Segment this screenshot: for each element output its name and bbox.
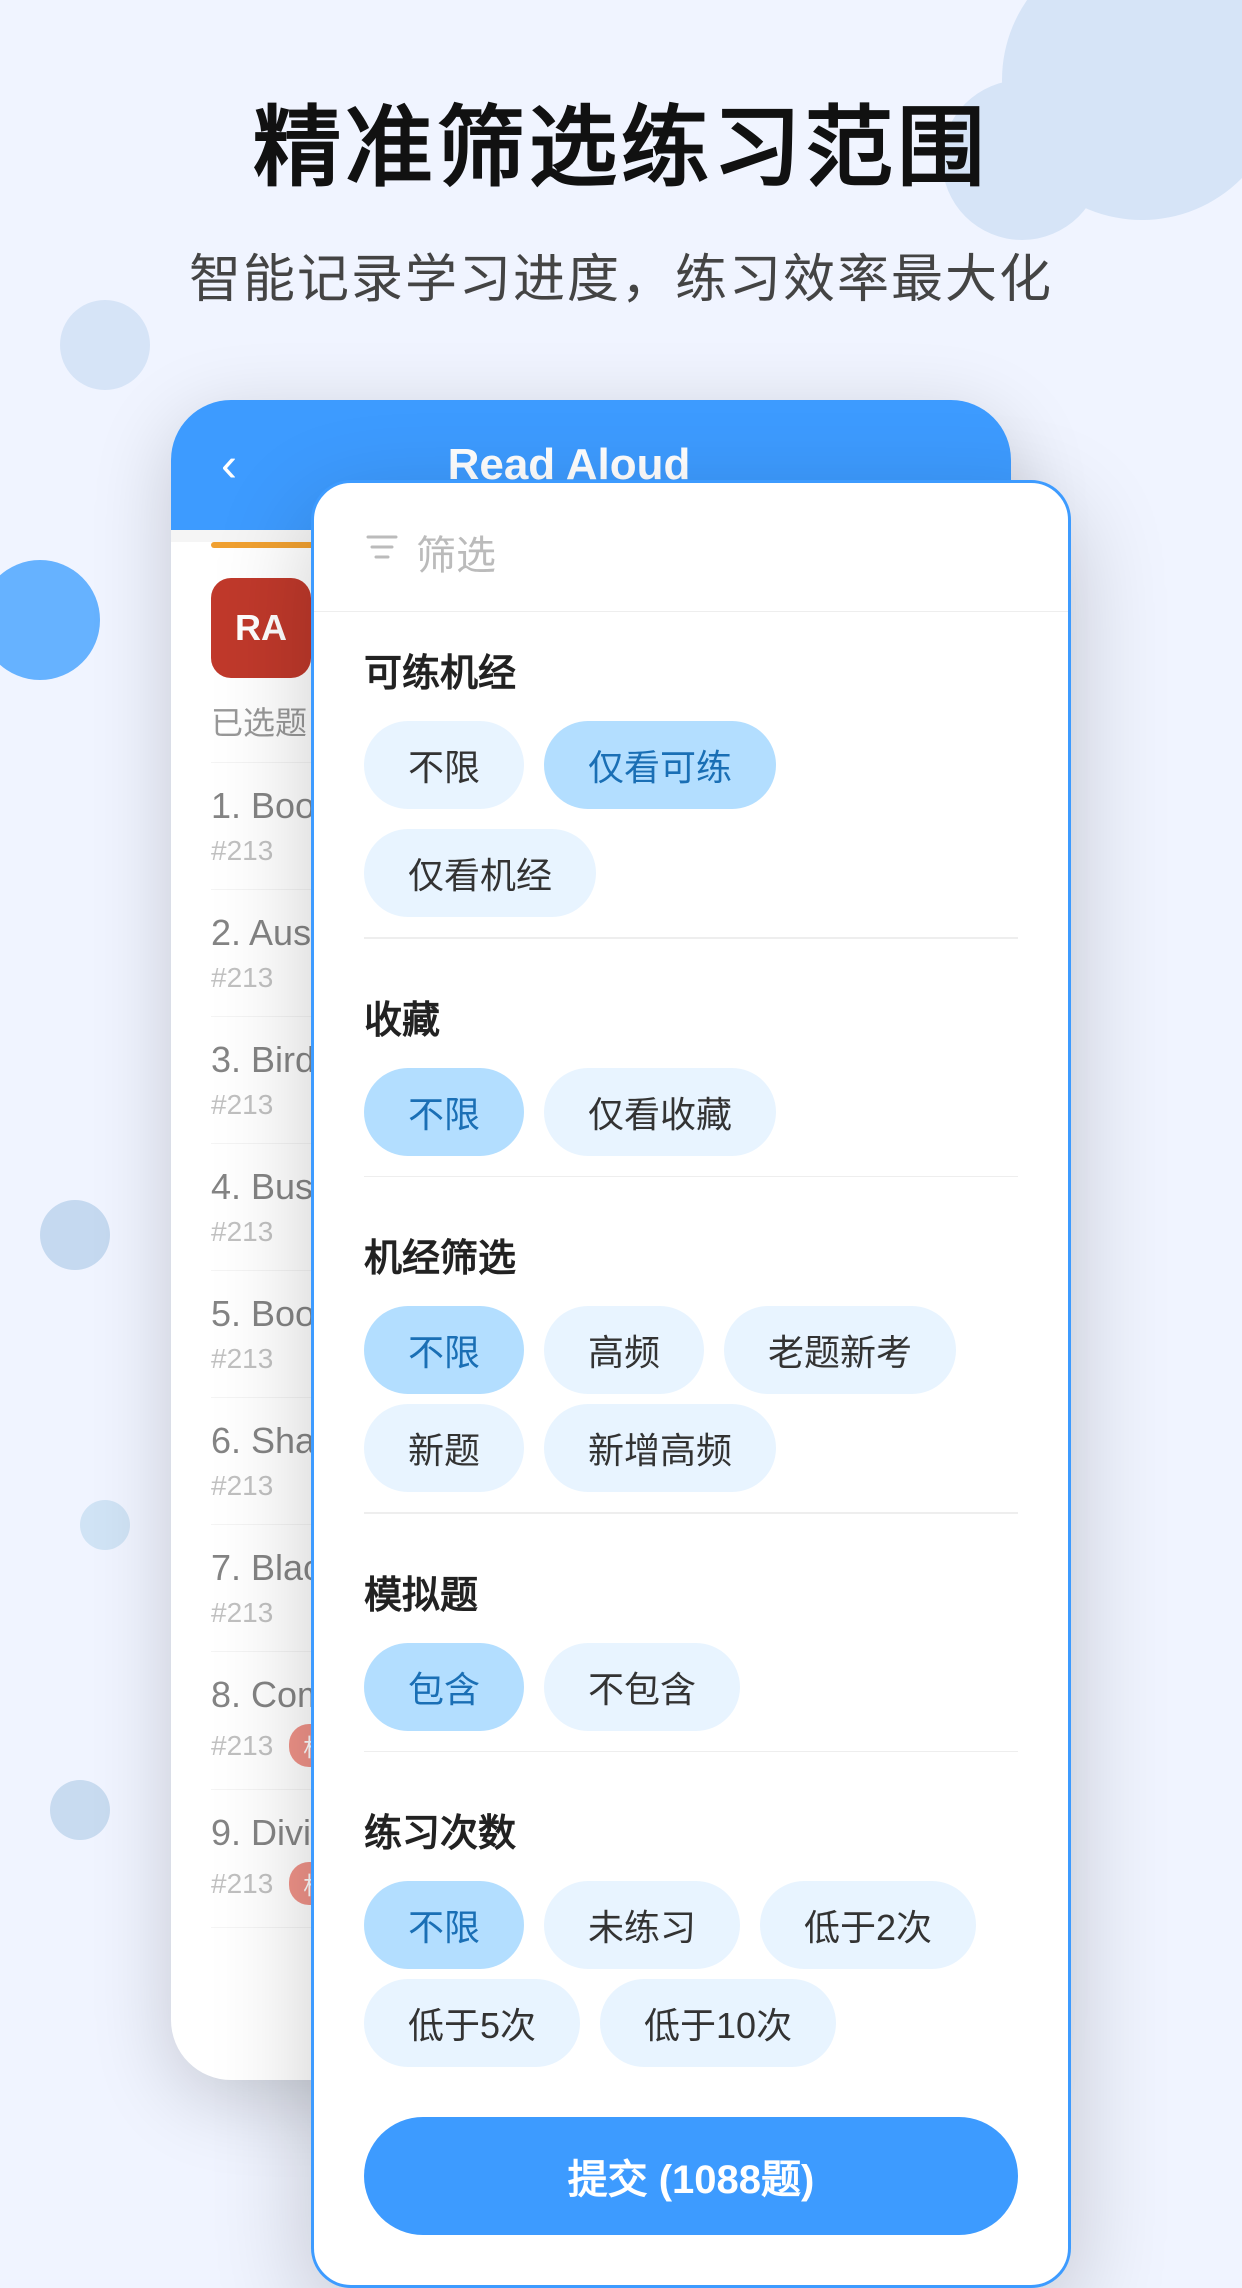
submit-button-container: 提交 (1088题)	[314, 2077, 1068, 2255]
option-kexunjing-kanjing[interactable]: 仅看机经	[364, 829, 596, 917]
filter-icon	[364, 529, 400, 575]
filter-title: 筛选	[416, 523, 496, 581]
filter-section-jijing: 机经筛选 不限 高频 老题新考 新题 新增高频	[314, 1197, 1068, 1492]
option-jijing-xinti[interactable]: 新题	[364, 1404, 524, 1492]
item-num: #213	[211, 1216, 273, 1248]
section-title-shoucang: 收藏	[364, 989, 1018, 1044]
option-lianxi-unlimited[interactable]: 不限	[364, 1881, 524, 1969]
item-num: #213	[211, 1343, 273, 1375]
kexunjing-options: 不限 仅看可练 仅看机经	[364, 721, 1018, 917]
option-lianxi-less2[interactable]: 低于2次	[760, 1881, 976, 1969]
item-num: #213	[211, 1730, 273, 1762]
section-title-kexunjing: 可练机经	[364, 642, 1018, 697]
ra-badge: RA	[211, 578, 311, 678]
jijing-options-row2: 新题 新增高频	[364, 1404, 1018, 1492]
option-lianxi-less10[interactable]: 低于10次	[600, 1979, 836, 2067]
filter-header: 筛选	[314, 483, 1068, 612]
option-lianxi-weilianxi[interactable]: 未练习	[544, 1881, 740, 1969]
option-kexunjing-unlimited[interactable]: 不限	[364, 721, 524, 809]
submit-button[interactable]: 提交 (1088题)	[364, 2117, 1018, 2235]
sub-title: 智能记录学习进度，练习效率最大化	[60, 237, 1182, 312]
filter-section-moni: 模拟题 包含 不包含	[314, 1534, 1068, 1731]
option-shoucang-only[interactable]: 仅看收藏	[544, 1068, 776, 1156]
title-section: 精准筛选练习范围 智能记录学习进度，练习效率最大化	[0, 100, 1242, 312]
bg-decoration-circle-6	[80, 1500, 130, 1550]
back-button[interactable]: ‹	[221, 438, 237, 493]
item-num: #213	[211, 1868, 273, 1900]
bg-decoration-circle-3	[60, 300, 150, 390]
option-lianxi-less5[interactable]: 低于5次	[364, 1979, 580, 2067]
option-kexunjing-kanlian[interactable]: 仅看可练	[544, 721, 776, 809]
filter-modal: 筛选 可练机经 不限 仅看可练 仅看机经 收藏 不限 仅看收藏 机经筛选 不限	[311, 480, 1071, 2288]
option-jijing-unlimited[interactable]: 不限	[364, 1306, 524, 1394]
section-title-jijing: 机经筛选	[364, 1227, 1018, 1282]
moni-options: 包含 不包含	[364, 1643, 1018, 1731]
option-jijing-xingaopin[interactable]: 新增高频	[544, 1404, 776, 1492]
bg-decoration-circle-5	[40, 1200, 110, 1270]
item-num: #213	[211, 1089, 273, 1121]
item-num: #213	[211, 1597, 273, 1629]
option-moni-exclude[interactable]: 不包含	[544, 1643, 740, 1731]
filter-section-lianxi: 练习次数 不限 未练习 低于2次 低于5次 低于10次	[314, 1772, 1068, 2067]
main-title: 精准筛选练习范围	[60, 100, 1182, 197]
shoucang-options: 不限 仅看收藏	[364, 1068, 1018, 1156]
option-jijing-gaopln[interactable]: 高频	[544, 1306, 704, 1394]
option-moni-include[interactable]: 包含	[364, 1643, 524, 1731]
option-shoucang-unlimited[interactable]: 不限	[364, 1068, 524, 1156]
option-jijing-laoti[interactable]: 老题新考	[724, 1306, 956, 1394]
bg-decoration-circle-4	[0, 560, 100, 680]
bg-decoration-circle-7	[50, 1780, 110, 1840]
section-title-moni: 模拟题	[364, 1564, 1018, 1619]
item-num: #213	[211, 1470, 273, 1502]
phone-wrapper: ‹ Read Aloud RA 已选题目 0 1. Book ch #213 2…	[171, 400, 1071, 2120]
item-num: #213	[211, 835, 273, 867]
section-title-lianxi: 练习次数	[364, 1802, 1018, 1857]
lianxi-options-row1: 不限 未练习 低于2次	[364, 1881, 1018, 1969]
filter-section-shoucang: 收藏 不限 仅看收藏	[314, 959, 1068, 1156]
filter-section-kexunjing: 可练机经 不限 仅看可练 仅看机经	[314, 612, 1068, 917]
lianxi-options-row2: 低于5次 低于10次	[364, 1979, 1018, 2067]
item-num: #213	[211, 962, 273, 994]
jijing-options-row1: 不限 高频 老题新考	[364, 1306, 1018, 1394]
